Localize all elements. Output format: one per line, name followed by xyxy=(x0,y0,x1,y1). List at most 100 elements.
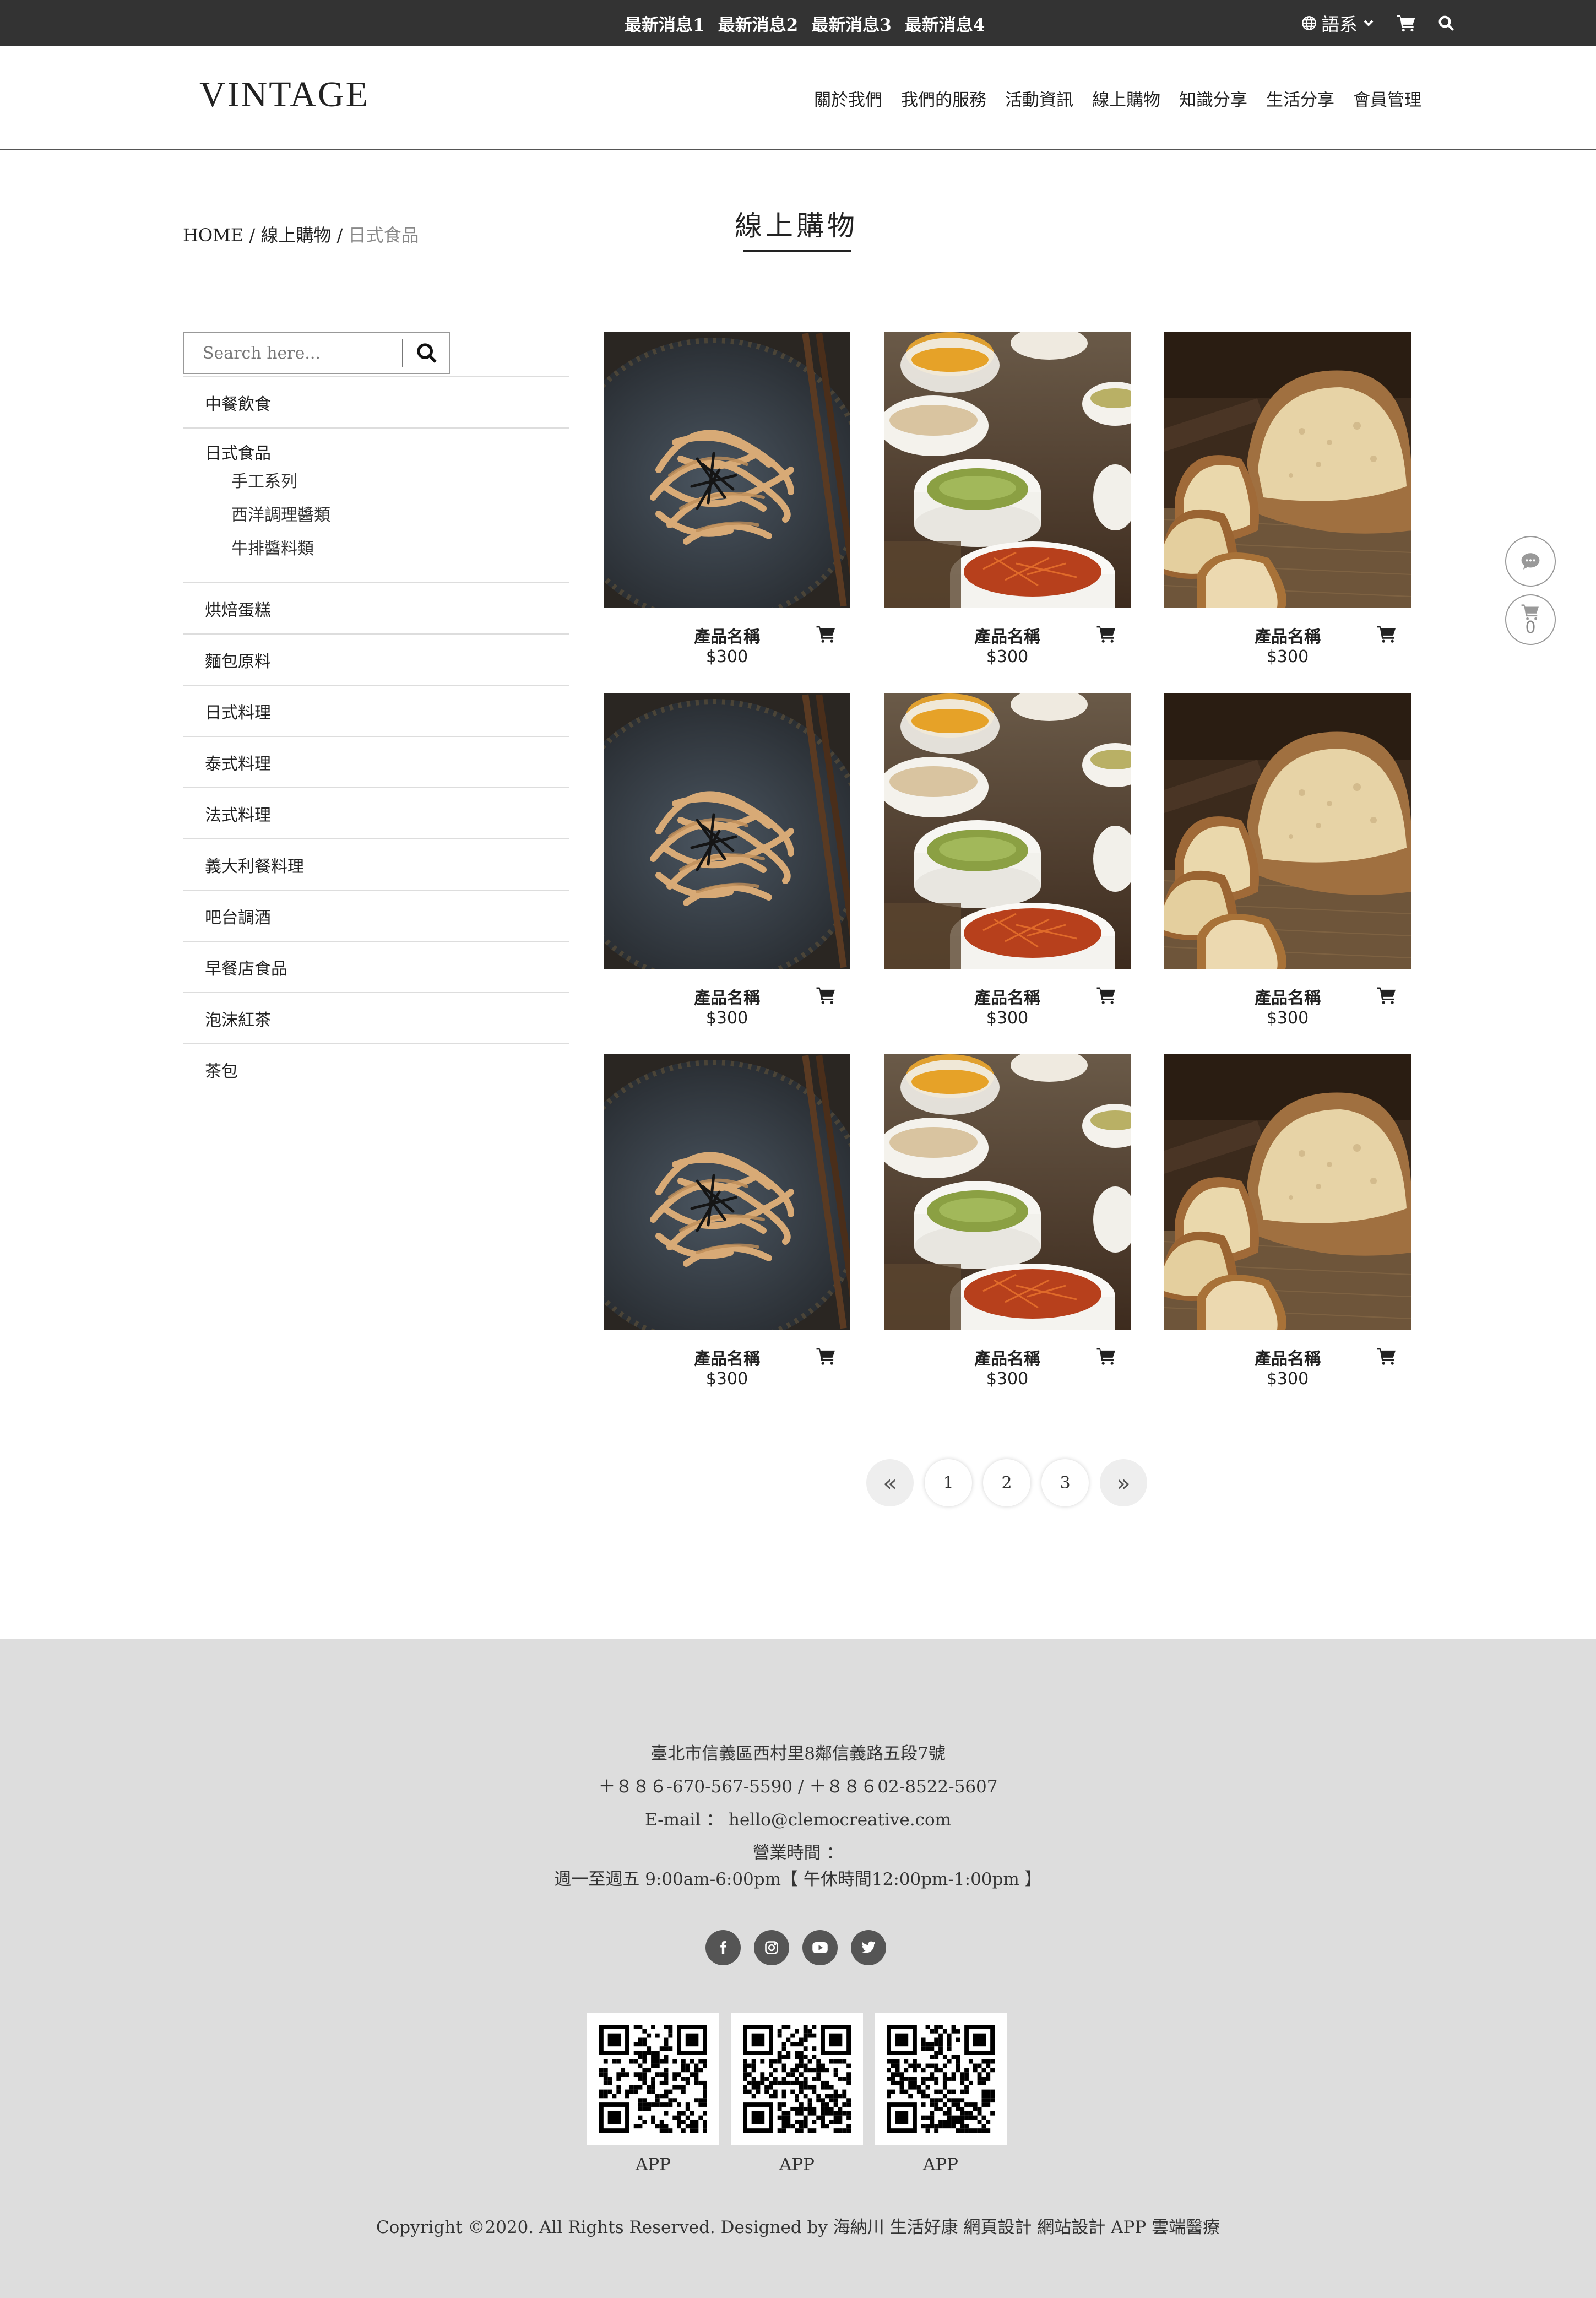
qr-code-block: APP xyxy=(875,2013,1007,2175)
product-card[interactable]: 產品名稱 $300 xyxy=(1164,1054,1411,1401)
add-to-cart-button[interactable] xyxy=(1377,625,1397,645)
nav-member[interactable]: 會員管理 xyxy=(1353,86,1421,111)
nav-services[interactable]: 我們的服務 xyxy=(901,86,986,111)
product-name[interactable]: 產品名稱 xyxy=(1164,623,1411,647)
news-link-1[interactable]: 最新消息1 xyxy=(625,11,705,36)
product-name[interactable]: 產品名稱 xyxy=(604,623,850,647)
nav-knowledge[interactable]: 知識分享 xyxy=(1179,86,1247,111)
product-card[interactable]: 產品名稱 $300 xyxy=(884,332,1131,679)
subcategory-item[interactable]: 西洋調理醬類 xyxy=(205,498,569,532)
category-item[interactable]: 義大利餐料理 xyxy=(183,838,569,890)
product-card[interactable]: 產品名稱 $300 xyxy=(1164,693,1411,1040)
top-cart-button[interactable] xyxy=(1397,14,1416,32)
twitter-link[interactable] xyxy=(851,1930,886,1965)
category-item[interactable]: 日式食品 xyxy=(205,443,569,465)
pagination-prev[interactable]: « xyxy=(866,1459,914,1506)
product-card[interactable]: 產品名稱 $300 xyxy=(604,693,850,1040)
add-to-cart-button[interactable] xyxy=(1377,1347,1397,1367)
category-item[interactable]: 吧台調酒 xyxy=(183,890,569,941)
category-item[interactable]: 法式料理 xyxy=(183,787,569,838)
product-card[interactable]: 產品名稱 $300 xyxy=(884,693,1131,1040)
qr-code[interactable] xyxy=(587,2013,719,2145)
page-title: 線上購物 xyxy=(735,210,858,242)
category-item[interactable]: 中餐飲食 xyxy=(183,376,569,427)
product-name[interactable]: 產品名稱 xyxy=(884,984,1131,1009)
add-to-cart-button[interactable] xyxy=(1096,1347,1116,1367)
product-card[interactable]: 產品名稱 $300 xyxy=(884,1054,1131,1401)
search-input[interactable] xyxy=(184,333,402,373)
category-item[interactable]: 早餐店食品 xyxy=(183,941,569,992)
instagram-link[interactable] xyxy=(754,1930,789,1965)
breadcrumb-section[interactable]: 線上購物 xyxy=(260,225,331,246)
add-to-cart-button[interactable] xyxy=(816,987,836,1006)
nav-life[interactable]: 生活分享 xyxy=(1266,86,1334,111)
subcategory-item[interactable]: 手工系列 xyxy=(205,465,569,498)
youtube-link[interactable] xyxy=(802,1930,838,1965)
nav-about[interactable]: 關於我們 xyxy=(814,86,882,111)
product-card[interactable]: 產品名稱 $300 xyxy=(604,332,850,679)
language-selector[interactable]: 語系 xyxy=(1301,10,1375,36)
product-image[interactable] xyxy=(884,1054,1131,1330)
copyright: Copyright ©2020. All Rights Reserved. De… xyxy=(376,2218,1220,2237)
product-image[interactable] xyxy=(604,332,850,608)
add-to-cart-button[interactable] xyxy=(1096,625,1116,645)
pagination-next[interactable]: » xyxy=(1100,1459,1147,1506)
site-footer: 臺北市信義區西村里8鄰信義路五段7號 ＋８８６-670-567-5590 / ＋… xyxy=(0,1639,1596,2298)
nav-shop[interactable]: 線上購物 xyxy=(1092,86,1160,111)
floating-cart-button[interactable]: 0 xyxy=(1505,594,1556,645)
cart-count: 0 xyxy=(1525,618,1536,637)
breadcrumb-home[interactable]: HOME xyxy=(183,225,243,246)
floating-chat-button[interactable] xyxy=(1505,536,1556,587)
footer-hours: 週一至週五 9:00am-6:00pm【 午休時間12:00pm-1:00pm … xyxy=(554,1869,1042,1889)
product-image[interactable] xyxy=(604,693,850,969)
pagination-page[interactable]: 1 xyxy=(925,1459,972,1506)
spices-photo xyxy=(884,1054,1131,1330)
pagination-page[interactable]: 2 xyxy=(983,1459,1030,1506)
product-image[interactable] xyxy=(604,1054,850,1330)
pagination-page[interactable]: 3 xyxy=(1041,1459,1089,1506)
pagination: « 1 2 3 » xyxy=(866,1459,1147,1506)
footer-address: 臺北市信義區西村里8鄰信義路五段7號 xyxy=(650,1744,946,1764)
facebook-link[interactable] xyxy=(705,1930,741,1965)
add-to-cart-button[interactable] xyxy=(1377,987,1397,1006)
qr-code[interactable] xyxy=(731,2013,863,2145)
product-image[interactable] xyxy=(1164,693,1411,969)
instagram-icon xyxy=(765,1941,778,1954)
category-item[interactable]: 泡沫紅茶 xyxy=(183,992,569,1043)
product-name[interactable]: 產品名稱 xyxy=(1164,1345,1411,1369)
product-image[interactable] xyxy=(884,332,1131,608)
add-to-cart-button[interactable] xyxy=(816,1347,836,1367)
cart-icon xyxy=(1096,626,1115,643)
category-item[interactable]: 泰式料理 xyxy=(183,736,569,787)
news-link-2[interactable]: 最新消息2 xyxy=(718,11,799,36)
cart-icon xyxy=(1377,1348,1396,1365)
product-card[interactable]: 產品名稱 $300 xyxy=(604,1054,850,1401)
footer-email[interactable]: E-mail ： hello@clemocreative.com xyxy=(0,1806,1596,1830)
product-name[interactable]: 產品名稱 xyxy=(1164,984,1411,1009)
product-name[interactable]: 產品名稱 xyxy=(604,984,850,1009)
product-image[interactable] xyxy=(1164,332,1411,608)
subcategory-item[interactable]: 牛排醬料類 xyxy=(205,532,569,566)
product-price: $300 xyxy=(705,1369,748,1389)
news-link-3[interactable]: 最新消息3 xyxy=(811,11,892,36)
category-item[interactable]: 茶包 xyxy=(183,1043,569,1094)
product-image[interactable] xyxy=(884,693,1131,969)
category-item[interactable]: 烘焙蛋糕 xyxy=(183,582,569,633)
product-card[interactable]: 產品名稱 $300 xyxy=(1164,332,1411,679)
search-button[interactable] xyxy=(403,333,450,373)
qr-code[interactable] xyxy=(875,2013,1007,2145)
product-name[interactable]: 產品名稱 xyxy=(884,1345,1131,1369)
top-search-button[interactable] xyxy=(1438,15,1454,31)
add-to-cart-button[interactable] xyxy=(1096,987,1116,1006)
product-name[interactable]: 產品名稱 xyxy=(884,623,1131,647)
site-logo[interactable]: VINTAGE xyxy=(199,74,370,116)
category-item[interactable]: 日式料理 xyxy=(183,685,569,736)
qr-label: APP xyxy=(635,2155,671,2175)
category-item[interactable]: 麵包原料 xyxy=(183,633,569,685)
news-link-4[interactable]: 最新消息4 xyxy=(905,11,985,36)
product-image[interactable] xyxy=(1164,1054,1411,1330)
category-item-open: 日式食品 手工系列 西洋調理醬類 牛排醬料類 xyxy=(183,427,569,582)
add-to-cart-button[interactable] xyxy=(816,625,836,645)
product-name[interactable]: 產品名稱 xyxy=(604,1345,850,1369)
nav-events[interactable]: 活動資訊 xyxy=(1005,86,1073,111)
